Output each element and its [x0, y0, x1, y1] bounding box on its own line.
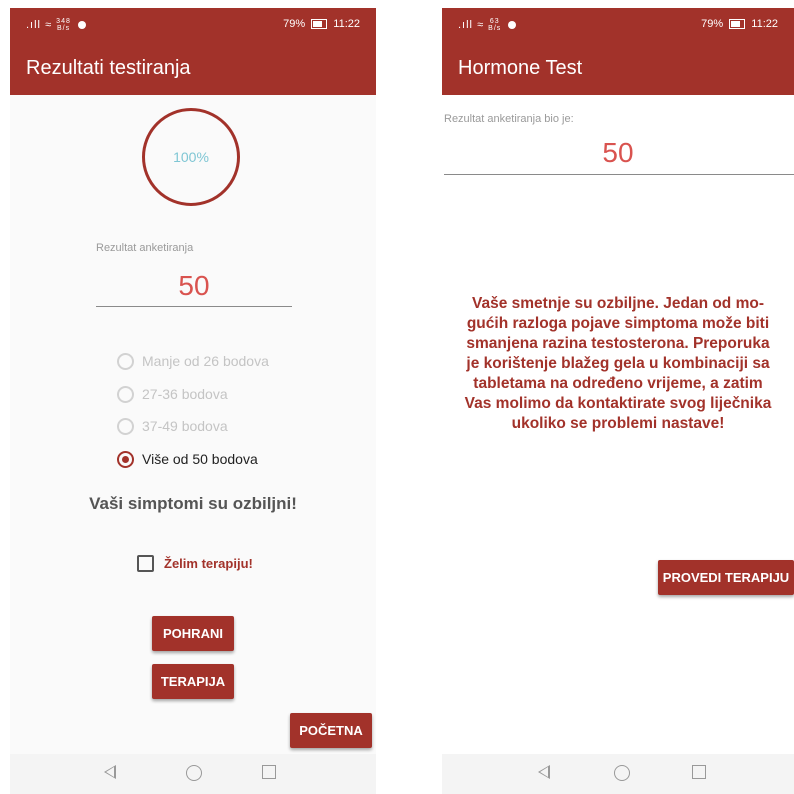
wifi-icon: ≈	[477, 18, 485, 31]
progress-circle: 100%	[142, 108, 240, 206]
therapy-checkbox[interactable]	[137, 555, 154, 572]
net-speed: 63 B/s	[488, 18, 502, 32]
clock: 11:22	[333, 18, 360, 30]
app-bar: Rezultati testiranja	[10, 41, 376, 95]
score-underline	[96, 306, 292, 307]
back-icon[interactable]	[538, 765, 550, 779]
nav-bar	[10, 754, 376, 794]
result-message: Vaše smetnje su ozbiljne. Jedan od mo- g…	[464, 295, 772, 432]
signal-wifi-icons: .ıll ≈ 348 B/s	[26, 18, 86, 32]
wifi-icon: ≈	[45, 18, 53, 31]
clock: 11:22	[751, 18, 778, 30]
status-right: 79% 11:22	[701, 18, 778, 30]
recent-apps-icon[interactable]	[262, 765, 276, 779]
back-icon[interactable]	[104, 765, 116, 779]
nav-bar	[442, 754, 794, 794]
net-speed: 348 B/s	[56, 18, 71, 32]
radio-button[interactable]	[117, 353, 134, 370]
recent-apps-icon[interactable]	[692, 765, 706, 779]
score-value: 50	[178, 270, 210, 301]
messenger-icon	[77, 21, 86, 29]
battery-percent: 79%	[701, 18, 724, 30]
symptoms-text: Vaši simptomi su ozbiljni!	[89, 494, 297, 513]
status-bar: .ıll ≈ 63 B/s 79% 11:22	[442, 8, 794, 41]
battery-icon	[311, 19, 328, 30]
radio-button-selected[interactable]	[117, 451, 134, 468]
signal-wifi-icons: .ıll ≈ 63 B/s	[458, 18, 517, 32]
score-label: Rezultat anketiranja	[96, 242, 194, 254]
home-icon[interactable]	[186, 765, 202, 781]
results-screen: .ıll ≈ 348 B/s 79% 11:22 Rezultati testir…	[10, 8, 376, 794]
therapy-button[interactable]: TERAPIJA	[152, 664, 234, 699]
score-value: 50	[602, 137, 634, 168]
home-icon[interactable]	[614, 765, 630, 781]
therapy-checkbox-label[interactable]: Želim terapiju!	[164, 556, 253, 571]
app-bar: Hormone Test	[442, 41, 794, 95]
messenger-icon	[508, 21, 517, 29]
signal-icon: .ıll	[26, 18, 41, 31]
score-label: Rezultat anketiranja bio je:	[444, 113, 574, 125]
status-right: 79% 11:22	[283, 18, 360, 30]
radio-button[interactable]	[117, 418, 134, 435]
battery-percent: 79%	[283, 18, 306, 30]
status-bar: .ıll ≈ 348 B/s 79% 11:22	[10, 8, 376, 41]
radio-button[interactable]	[117, 386, 134, 403]
page-title: Rezultati testiranja	[26, 57, 191, 79]
save-button[interactable]: POHRANI	[152, 616, 234, 651]
provide-therapy-button[interactable]: PROVEDI TERAPIJU	[658, 560, 794, 595]
battery-icon	[729, 19, 746, 30]
progress-text: 100%	[173, 149, 209, 165]
home-button[interactable]: POČETNA	[290, 713, 372, 748]
page-title: Hormone Test	[458, 57, 583, 79]
signal-icon: .ıll	[458, 18, 473, 31]
hormone-test-screen: .ıll ≈ 63 B/s 79% 11:22 Hormone Test Rezu…	[442, 8, 794, 794]
score-underline	[444, 174, 794, 175]
